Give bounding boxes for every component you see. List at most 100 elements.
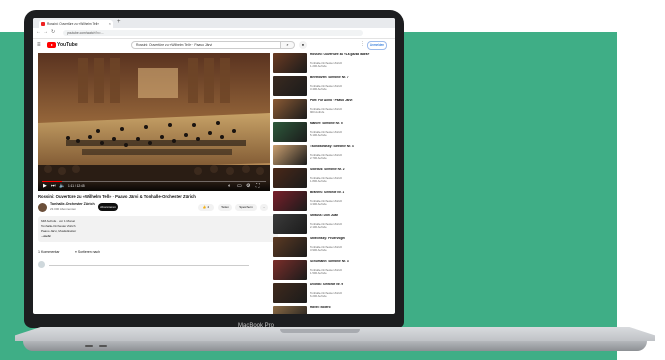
- more-options-icon[interactable]: ⋮: [394, 191, 395, 196]
- channel-row: Tonhalle-Orchester Zürich 23.000 Abonnen…: [38, 202, 278, 214]
- subscriber-count: 23.000 Abonnenten: [50, 207, 77, 211]
- more-options-icon[interactable]: ⋮: [360, 41, 365, 47]
- recommended-views: 1.500 Aufrufe: [310, 271, 327, 276]
- description-box[interactable]: 648 Aufrufe · vor 1 Monat Tonhalle-Orche…: [38, 216, 278, 242]
- recommended-title[interactable]: Rossini: Ouvertüre zu «La gazza ladra»: [310, 53, 388, 57]
- close-tab-icon[interactable]: ×: [109, 20, 111, 28]
- recommended-title[interactable]: Sibelius: Sinfonie Nr. 2: [310, 168, 388, 172]
- recommended-video[interactable]: Dvořák: Sinfonie Nr. 9 Tonhalle-Orchester…: [273, 283, 395, 305]
- video-thumbnail[interactable]: [273, 237, 307, 257]
- channel-name[interactable]: Tonhalle-Orchester Zürich: [50, 202, 95, 206]
- more-actions-button[interactable]: ...: [260, 204, 268, 211]
- recommended-title[interactable]: Ravel: Boléro: [310, 306, 388, 310]
- more-options-icon[interactable]: ⋮: [394, 53, 395, 58]
- more-options-icon[interactable]: ⋮: [394, 145, 395, 150]
- save-button[interactable]: Speichern: [235, 204, 257, 211]
- reload-icon[interactable]: ↻: [51, 29, 55, 35]
- recommended-views: 1.200 Aufrufe: [310, 64, 327, 69]
- recommended-video[interactable]: Pärt: Für Alina · Paavo Järvi Tonhalle-Or…: [273, 99, 395, 121]
- progress-bar[interactable]: [42, 181, 266, 182]
- more-options-icon[interactable]: ⋮: [394, 237, 395, 242]
- video-thumbnail[interactable]: [273, 191, 307, 211]
- more-options-icon[interactable]: ⋮: [394, 99, 395, 104]
- more-options-icon[interactable]: ⋮: [394, 168, 395, 173]
- next-icon[interactable]: ⏭: [51, 183, 56, 189]
- search-input[interactable]: Rossini: Ouvertüre zu «Wilhelm Tell» · P…: [131, 41, 281, 49]
- youtube-logo-text[interactable]: YouTube: [57, 41, 78, 49]
- video-thumbnail[interactable]: [273, 99, 307, 119]
- recommended-title[interactable]: Schumann: Sinfonie Nr. 3: [310, 260, 388, 264]
- browser-tab[interactable]: Rossini: Ouvertüre zu «Wilhelm Tell» ×: [39, 20, 113, 28]
- video-thumbnail[interactable]: [273, 53, 307, 73]
- add-comment-input[interactable]: [49, 265, 249, 266]
- recommended-video[interactable]: Beethoven: Sinfonie Nr. 7 Tonhalle-Orches…: [273, 76, 395, 98]
- video-thumbnail[interactable]: [273, 283, 307, 303]
- recommended-title[interactable]: Tschaikowsky: Sinfonie Nr. 4: [310, 145, 388, 149]
- more-options-icon[interactable]: ⋮: [394, 306, 395, 311]
- recommended-video[interactable]: Ravel: BoléroTonhalle-Orchester Zürich8.…: [273, 306, 395, 314]
- recommended-title[interactable]: Mahler: Sinfonie Nr. 5: [310, 122, 388, 126]
- youtube-header: ≡ YouTube Rossini: Ouvertüre zu «Wilhelm…: [33, 39, 395, 51]
- recommended-views: 6.200 Aufrufe: [310, 294, 327, 299]
- recommended-meta: Tonhalle-Orchester Zürich 1.800 Aufrufe: [310, 176, 388, 184]
- recommended-video[interactable]: Rossini: Ouvertüre zu «La gazza ladra» To…: [273, 53, 395, 75]
- progress-fill: [42, 181, 63, 182]
- forward-icon[interactable]: →: [43, 29, 48, 35]
- recommended-meta: Tonhalle-Orchester Zürich 5.100 Aufrufe: [310, 130, 388, 138]
- fullscreen-icon[interactable]: ⛶: [256, 183, 260, 189]
- channel-avatar[interactable]: [38, 203, 47, 212]
- recommended-title[interactable]: Beethoven: Sinfonie Nr. 7: [310, 76, 388, 80]
- sort-comments-button[interactable]: ≡ Sortieren nach: [75, 250, 100, 254]
- video-thumbnail[interactable]: [273, 76, 307, 96]
- sign-in-button[interactable]: Anmelden: [367, 41, 387, 50]
- back-icon[interactable]: ←: [36, 29, 41, 35]
- video-player[interactable]: ▶ ⏭ 🔈 1:11 / 12:45 ◐ ▭ ⚙ ⛶: [38, 53, 270, 191]
- recommended-title[interactable]: Stravinsky: Feuervogel: [310, 237, 388, 241]
- recommended-video[interactable]: Schumann: Sinfonie Nr. 3 Tonhalle-Orchest…: [273, 260, 395, 282]
- recommended-video[interactable]: Strauss: Don Juan Tonhalle-Orchester Züri…: [273, 214, 395, 236]
- new-tab-button[interactable]: +: [117, 19, 121, 25]
- microphone-icon[interactable]: ●: [299, 41, 307, 49]
- recommended-title[interactable]: Brahms: Sinfonie Nr. 1: [310, 191, 388, 195]
- subtitles-icon[interactable]: ▭: [237, 183, 242, 189]
- settings-gear-icon[interactable]: ⚙: [246, 183, 250, 189]
- video-thumbnail[interactable]: [273, 122, 307, 142]
- more-options-icon[interactable]: ⋮: [394, 122, 395, 127]
- video-thumbnail[interactable]: [273, 168, 307, 188]
- url-field[interactable]: youtube.com/watch?v=...: [63, 30, 363, 36]
- video-thumbnail[interactable]: [273, 306, 307, 314]
- recommended-title[interactable]: Dvořák: Sinfonie Nr. 9: [310, 283, 388, 287]
- recommended-video[interactable]: Tschaikowsky: Sinfonie Nr. 4 Tonhalle-Orc…: [273, 145, 395, 167]
- recommended-views: 2.100 Aufrufe: [310, 225, 327, 230]
- description-more-link[interactable]: ...mehr: [41, 234, 51, 238]
- volume-icon[interactable]: 🔈: [59, 183, 65, 189]
- search-button[interactable]: ⌕: [281, 41, 295, 49]
- more-options-icon[interactable]: ⋮: [394, 283, 395, 288]
- play-icon[interactable]: ▶: [43, 183, 47, 189]
- video-thumbnail[interactable]: [273, 145, 307, 165]
- share-button[interactable]: Teilen: [218, 204, 232, 211]
- more-options-icon[interactable]: ⋮: [394, 260, 395, 265]
- comments-count: 1 Kommentar: [38, 250, 60, 254]
- recommended-video[interactable]: Stravinsky: Feuervogel Tonhalle-Orchester…: [273, 237, 395, 259]
- video-thumbnail[interactable]: [273, 260, 307, 280]
- video-thumbnail[interactable]: [273, 214, 307, 234]
- autoplay-toggle-icon[interactable]: ◐: [228, 183, 231, 189]
- subscribe-button[interactable]: Abonnieren: [98, 203, 118, 211]
- recommended-title[interactable]: Strauss: Don Juan: [310, 214, 388, 218]
- more-options-icon[interactable]: ⋮: [394, 76, 395, 81]
- recommended-views: 3.900 Aufrufe: [310, 248, 327, 253]
- hamburger-menu-icon[interactable]: ≡: [37, 42, 41, 48]
- recommended-title[interactable]: Pärt: Für Alina · Paavo Järvi: [310, 99, 388, 103]
- recommended-video[interactable]: Mahler: Sinfonie Nr. 5 Tonhalle-Orchester…: [273, 122, 395, 144]
- youtube-logo-icon[interactable]: [47, 42, 56, 48]
- address-bar: ← → ↻ youtube.com/watch?v=...: [33, 28, 395, 39]
- recommended-views: 4.300 Aufrufe: [310, 202, 327, 207]
- like-count: 2: [207, 205, 210, 209]
- recommended-video[interactable]: Brahms: Sinfonie Nr. 1 Tonhalle-Orchester…: [273, 191, 395, 213]
- more-options-icon[interactable]: ⋮: [394, 214, 395, 219]
- description-line: Paavo Järvi, Musikdirektor: [41, 229, 77, 233]
- recommended-views: 5.100 Aufrufe: [310, 133, 327, 138]
- recommended-video[interactable]: Sibelius: Sinfonie Nr. 2 Tonhalle-Orchest…: [273, 168, 395, 190]
- like-button[interactable]: 👍 2: [198, 204, 214, 211]
